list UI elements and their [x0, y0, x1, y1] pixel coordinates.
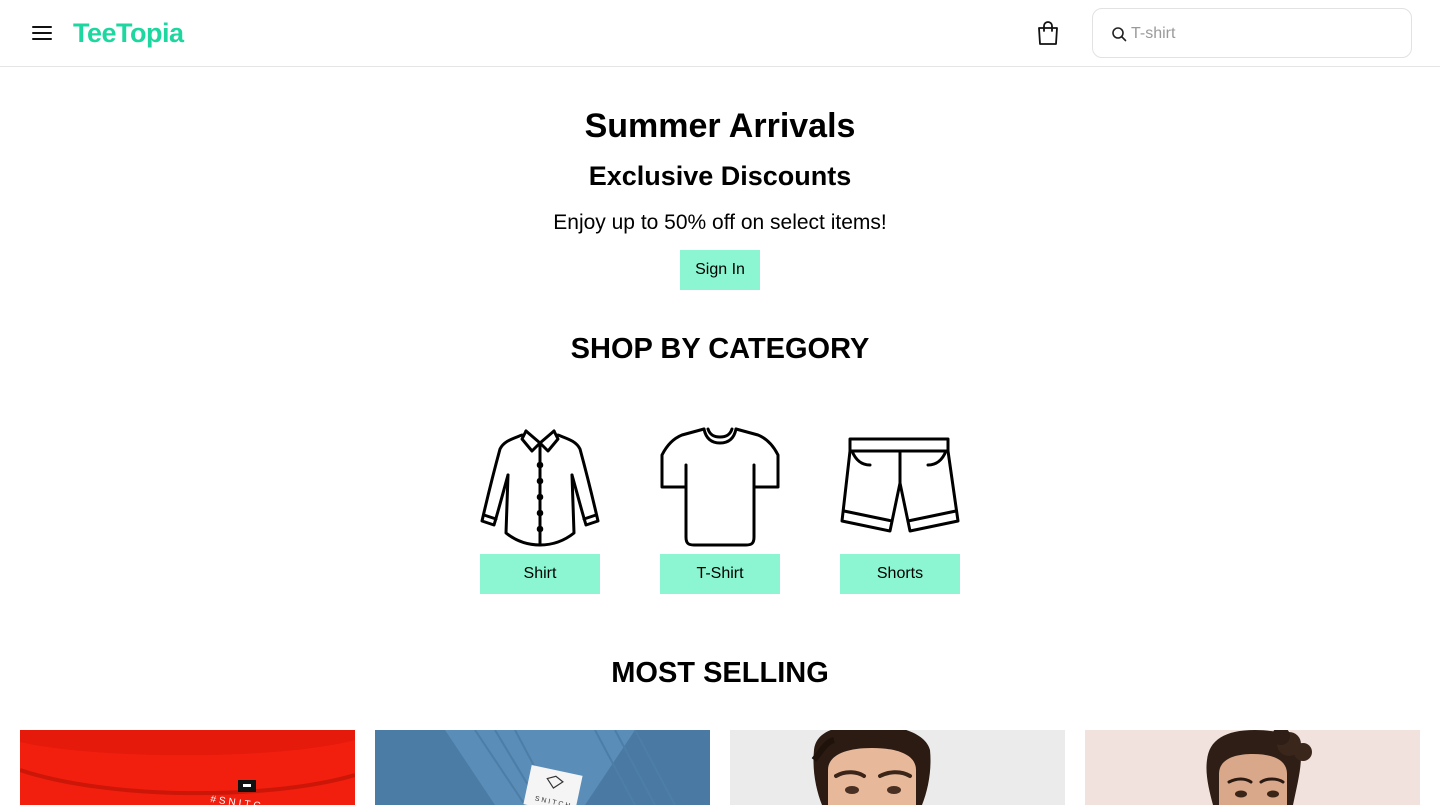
site-logo[interactable]: TeeTopia — [73, 17, 184, 49]
search-input[interactable] — [1131, 21, 1391, 47]
man-curly-hair-image — [1085, 730, 1420, 805]
shirt-icon — [480, 429, 600, 547]
hamburger-menu-icon[interactable] — [30, 22, 54, 44]
category-shirt-button[interactable]: Shirt — [480, 554, 600, 594]
product-card-3[interactable] — [730, 730, 1065, 805]
shop-by-category-title: SHOP BY CATEGORY — [570, 333, 870, 365]
category-tshirt-button[interactable]: T-Shirt — [660, 554, 780, 594]
shopping-bag-icon[interactable] — [1036, 20, 1060, 46]
blue-shirt-image: SNITCH — [375, 730, 710, 805]
category-shorts-button[interactable]: Shorts — [840, 554, 960, 594]
category-shorts[interactable]: Shorts — [840, 425, 960, 595]
product-card-1[interactable]: #SNITC — [20, 730, 355, 805]
product-card-4[interactable] — [1085, 730, 1420, 805]
hero-title: Summer Arrivals — [584, 107, 856, 145]
search-box — [1092, 8, 1412, 58]
man-portrait-image — [730, 730, 1065, 805]
category-tshirt[interactable]: T-Shirt — [660, 425, 780, 595]
product-card-2[interactable]: SNITCH — [375, 730, 710, 805]
most-selling-title: MOST SELLING — [611, 657, 829, 689]
top-navbar: TeeTopia — [0, 0, 1440, 67]
red-tshirt-image: #SNITC — [20, 730, 355, 805]
shorts-icon — [840, 437, 960, 533]
category-shirt[interactable]: Shirt — [480, 425, 600, 595]
hero-text: Enjoy up to 50% off on select items! — [553, 211, 887, 234]
search-icon — [1111, 26, 1127, 42]
sign-in-button[interactable]: Sign In — [680, 250, 760, 290]
hero-subtitle: Exclusive Discounts — [588, 161, 852, 191]
tshirt-icon — [660, 427, 780, 547]
